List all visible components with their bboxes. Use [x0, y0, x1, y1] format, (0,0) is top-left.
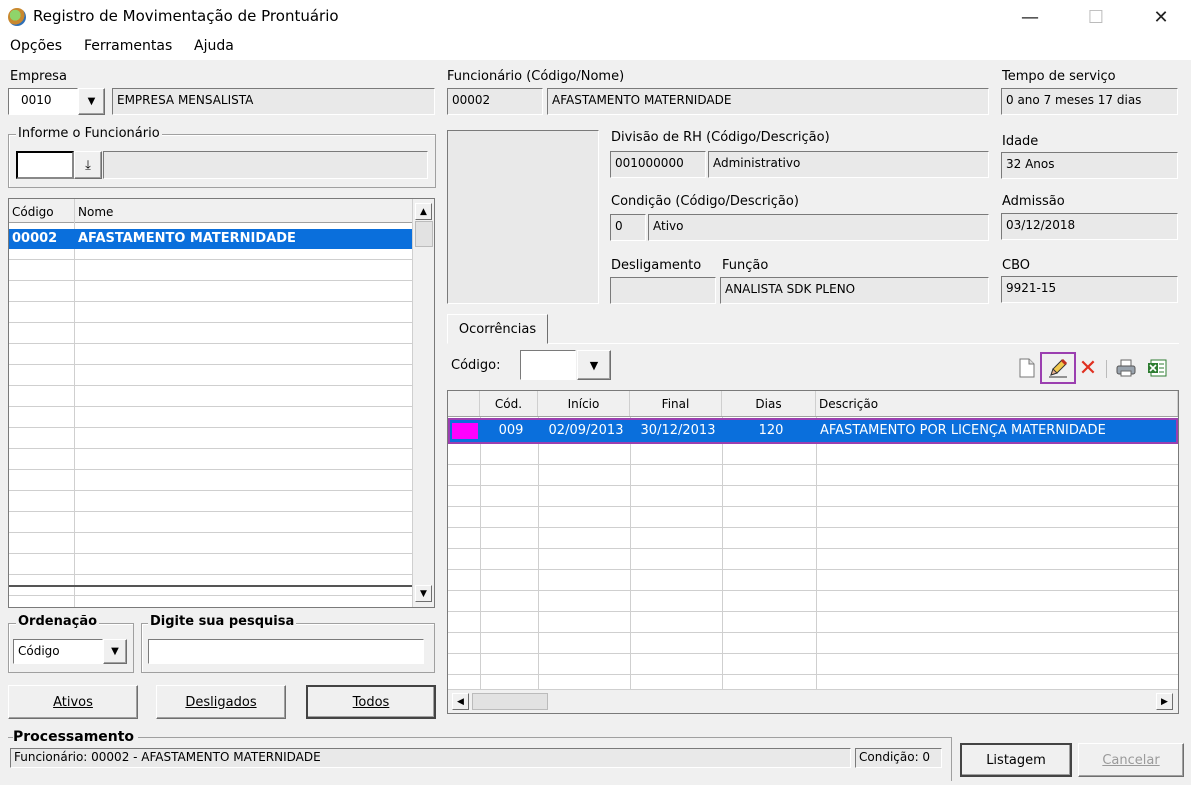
pesquisa-input[interactable] [148, 639, 424, 664]
col-header-inicio[interactable]: Início [538, 391, 630, 416]
maximize-icon[interactable]: ☐ [1073, 0, 1119, 34]
idade-label: Idade [1002, 134, 1039, 149]
cbo-label: CBO [1002, 258, 1030, 273]
scroll-down-icon[interactable]: ▼ [415, 585, 432, 602]
col-header-descricao[interactable]: Descrição [816, 391, 1178, 416]
desligados-button[interactable]: Desligados [156, 685, 286, 719]
condicao-desc-field: Ativo [648, 214, 989, 241]
employee-list[interactable]: Código Nome 00002 AFASTAMENTO MATERNIDAD… [8, 198, 435, 608]
cancelar-button[interactable]: Cancelar [1078, 743, 1184, 777]
minimize-icon[interactable]: — [1007, 0, 1053, 34]
idade-field: 32 Anos [1001, 152, 1178, 179]
cell-cod: 009 [498, 423, 524, 438]
row-marker [452, 423, 478, 439]
cell-descricao: AFASTAMENTO POR LICENÇA MATERNIDADE [820, 423, 1106, 438]
new-document-icon[interactable] [1016, 357, 1038, 379]
list-item[interactable]: 00002 AFASTAMENTO MATERNIDADE [9, 229, 412, 249]
empresa-code-select[interactable]: 0010 [8, 88, 78, 115]
employee-name: AFASTAMENTO MATERNIDADE [78, 231, 296, 246]
scroll-right-icon[interactable]: ▶ [1156, 693, 1173, 710]
edit-pencil-icon[interactable] [1040, 352, 1076, 384]
close-icon[interactable]: ✕ [1138, 0, 1184, 34]
hscrollbar-thumb[interactable] [472, 693, 548, 710]
menu-opcoes[interactable]: Opções [10, 38, 62, 54]
window-title: Registro de Movimentação de Prontuário [33, 7, 339, 25]
processamento-status: Funcionário: 00002 - AFASTAMENTO MATERNI… [10, 748, 851, 768]
funcionario-name-field: AFASTAMENTO MATERNIDADE [547, 88, 989, 115]
ordenacao-label: Ordenação [16, 614, 100, 629]
scrollbar-thumb[interactable] [415, 221, 433, 247]
employee-code: 00002 [12, 231, 58, 246]
cell-final: 30/12/2013 [640, 423, 716, 438]
processamento-label: Processamento [13, 729, 139, 745]
codigo-filter-dropdown-icon[interactable]: ▼ [577, 350, 611, 380]
codigo-filter-label: Código: [451, 358, 501, 373]
empresa-dropdown-icon[interactable]: ▼ [78, 88, 105, 115]
desligamento-field [610, 277, 716, 304]
col-header-codigo[interactable]: Código [12, 205, 54, 219]
pesquisa-label: Digite sua pesquisa [148, 614, 297, 629]
employee-photo [447, 130, 599, 304]
ordenacao-dropdown-icon[interactable]: ▼ [103, 639, 127, 664]
todos-button[interactable]: Todos [306, 685, 436, 719]
informe-label: Informe o Funcionário [16, 126, 162, 141]
delete-icon[interactable]: ✕ [1077, 356, 1099, 381]
listagem-button[interactable]: Listagem [960, 743, 1072, 777]
divisao-desc-field: Administrativo [708, 151, 989, 178]
table-row[interactable]: 009 02/09/2013 30/12/2013 120 AFASTAMENT… [448, 418, 1178, 444]
scroll-up-icon[interactable]: ▲ [415, 203, 432, 220]
col-header-nome[interactable]: Nome [78, 205, 113, 219]
condicao-code-field: 0 [610, 214, 646, 241]
col-header-final[interactable]: Final [630, 391, 722, 416]
empresa-label: Empresa [10, 69, 67, 84]
cbo-field: 9921-15 [1001, 276, 1178, 303]
funcionario-label: Funcionário (Código/Nome) [447, 69, 625, 84]
col-header-cod[interactable]: Cód. [480, 391, 538, 416]
processamento-condicao: Condição: 0 [855, 748, 942, 768]
ativos-button[interactable]: Ativos [8, 685, 138, 719]
cell-inicio: 02/09/2013 [548, 423, 624, 438]
funcao-field: ANALISTA SDK PLENO [720, 277, 989, 304]
employee-list-header: Código Nome [9, 199, 412, 223]
divisao-label: Divisão de RH (Código/Descrição) [611, 130, 830, 145]
empresa-name-field: EMPRESA MENSALISTA [112, 88, 435, 115]
occurrences-hscrollbar[interactable]: ◀ ▶ [448, 689, 1178, 713]
tempo-servico-field: 0 ano 7 meses 17 dias [1001, 88, 1178, 115]
funcao-label: Função [722, 258, 769, 273]
cell-dias: 120 [758, 423, 784, 438]
ordenacao-select[interactable]: Código [13, 639, 103, 664]
employee-list-scrollbar[interactable]: ▲ ▼ [412, 199, 434, 607]
print-icon[interactable] [1115, 357, 1137, 379]
menu-bar: Opções Ferramentas Ajuda [0, 34, 1191, 60]
divisao-code-field: 001000000 [610, 151, 706, 178]
menu-ajuda[interactable]: Ajuda [194, 38, 234, 54]
admissao-label: Admissão [1002, 194, 1065, 209]
scroll-left-icon[interactable]: ◀ [452, 693, 469, 710]
occurrences-header: Cód. Início Final Dias Descrição [448, 391, 1178, 417]
app-icon [8, 8, 26, 26]
excel-export-icon[interactable] [1146, 357, 1168, 379]
col-header-dias[interactable]: Dias [722, 391, 816, 416]
download-arrow-icon[interactable]: ⤓ [74, 151, 102, 179]
informe-input[interactable] [16, 151, 74, 179]
title-bar: Registro de Movimentação de Prontuário —… [0, 0, 1191, 34]
admissao-field: 03/12/2018 [1001, 213, 1178, 240]
tempo-servico-label: Tempo de serviço [1002, 69, 1116, 84]
informe-name-field [103, 151, 428, 179]
desligamento-label: Desligamento [611, 258, 702, 273]
codigo-filter-select[interactable] [520, 350, 576, 380]
funcionario-code-field: 00002 [447, 88, 543, 115]
condicao-label: Condição (Código/Descrição) [611, 194, 799, 209]
menu-ferramentas[interactable]: Ferramentas [84, 38, 172, 54]
tab-ocorrencias[interactable]: Ocorrências [447, 314, 548, 344]
occurrences-grid[interactable]: Cód. Início Final Dias Descrição 009 02/… [447, 390, 1179, 714]
